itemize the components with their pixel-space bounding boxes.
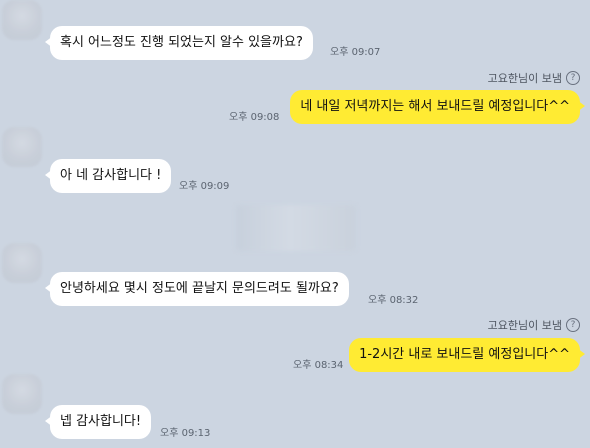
avatar [2,0,42,40]
message-bubble-incoming[interactable]: 넵 감사합니다! [44,405,152,439]
message-text: 혹시 어느정도 진행 되었는지 알수 있을까요? [60,35,303,50]
sender-label: 고요한님이 보냄 ? [488,317,580,333]
message-time: 오후 09:07 [330,47,381,58]
message-text: 안녕하세요 몇시 정도에 끝날지 문의드려도 될까요? [60,281,339,296]
message-bubble-outgoing[interactable]: 네 내일 저녁까지는 해서 보내드릴 예정입니다^^ [290,90,585,124]
avatar [2,243,42,283]
message-text: 1-2시간 내로 보내드릴 예정입니다^^ [359,347,570,362]
message-text: 아 네 감사합니다 ! [60,168,162,183]
message-time: 오후 09:09 [179,181,230,192]
message-time: 오후 09:08 [229,112,280,123]
message-bubble-outgoing[interactable]: 1-2시간 내로 보내드릴 예정입니다^^ [349,338,585,372]
message-bubble-incoming[interactable]: 아 네 감사합니다 ! [44,159,172,193]
sender-label: 고요한님이 보냄 ? [488,70,580,86]
help-icon[interactable]: ? [566,318,580,332]
sender-label-text: 고요한님이 보냄 [487,319,562,332]
sender-label-text: 고요한님이 보냄 [487,72,562,85]
message-text: 넵 감사합니다! [60,414,142,429]
message-time: 오후 09:13 [160,428,211,439]
message-time: 오후 08:32 [368,295,419,306]
help-icon[interactable]: ? [566,71,580,85]
message-bubble-incoming[interactable]: 안녕하세요 몇시 정도에 끝날지 문의드려도 될까요? [45,272,349,306]
avatar [2,374,42,414]
avatar [2,127,42,167]
message-bubble-incoming[interactable]: 혹시 어느정도 진행 되었는지 알수 있을까요? [45,26,313,60]
message-text: 네 내일 저녁까지는 해서 보내드릴 예정입니다^^ [300,99,570,114]
message-time: 오후 08:34 [293,360,344,371]
blurred-date-divider [236,205,356,251]
